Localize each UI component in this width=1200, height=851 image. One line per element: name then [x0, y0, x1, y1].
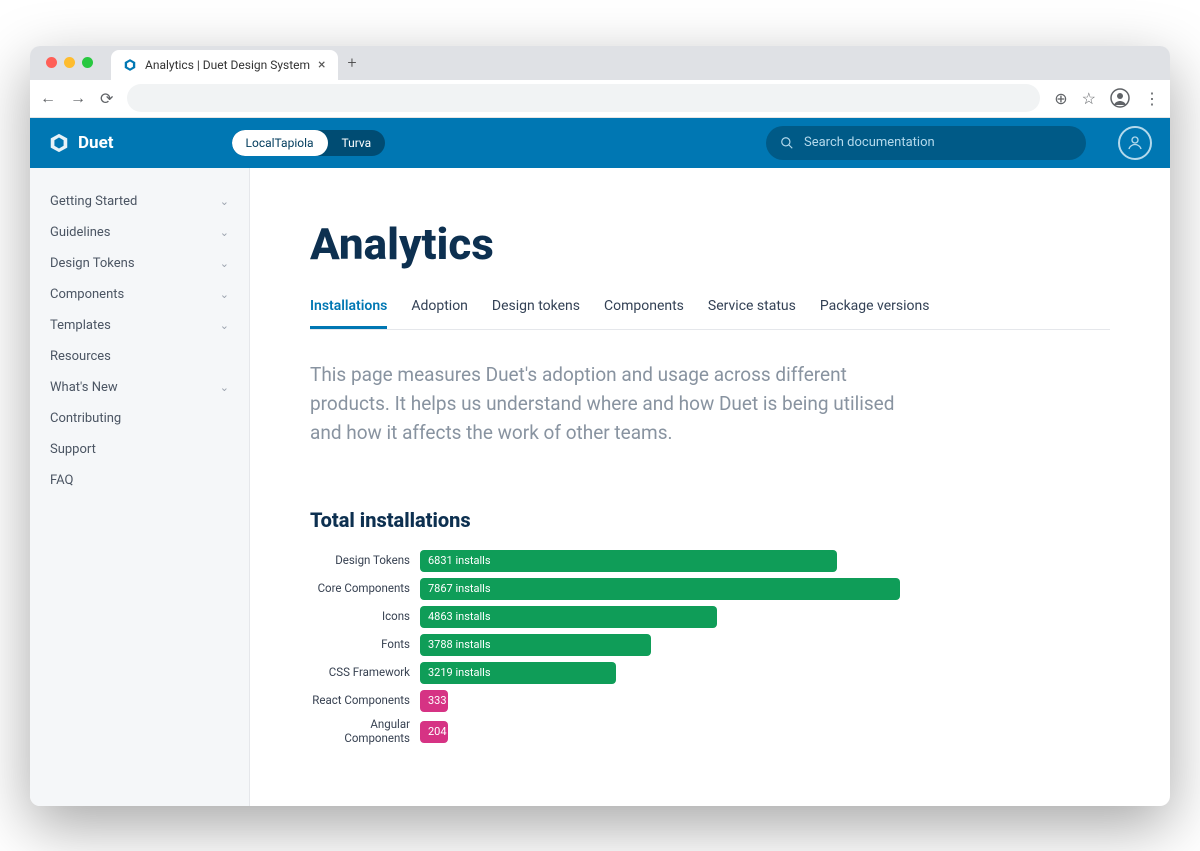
minimize-window-icon[interactable] [64, 57, 75, 68]
chart-bar: 7867 installs [420, 578, 900, 600]
user-avatar[interactable] [1118, 126, 1152, 160]
tab-components[interactable]: Components [604, 298, 684, 329]
sidebar-item-contributing[interactable]: Contributing [30, 403, 249, 434]
main-content: Analytics Installations Adoption Design to… [250, 168, 1170, 806]
site-header: Duet LocalTapiola Turva Search documenta… [30, 118, 1170, 168]
sidebar-item-label: Contributing [50, 411, 121, 426]
user-icon [1126, 134, 1144, 152]
installations-chart: Design Tokens6831 installsCore Component… [310, 550, 1110, 746]
chart-category-label: Icons [310, 610, 420, 624]
profile-icon[interactable] [1110, 88, 1130, 108]
back-icon[interactable]: ← [40, 88, 56, 108]
sidebar-item-templates[interactable]: Templates ⌄ [30, 310, 249, 341]
page-title: Analytics [310, 218, 1110, 270]
sidebar-item-label: Components [50, 287, 124, 302]
search-icon [780, 136, 794, 150]
chart-category-label: Angular Components [310, 718, 420, 746]
toggle-localtapiola[interactable]: LocalTapiola [232, 130, 328, 156]
chart-category-label: Fonts [310, 638, 420, 652]
chevron-down-icon: ⌄ [220, 195, 229, 208]
sidebar-item-components[interactable]: Components ⌄ [30, 279, 249, 310]
close-window-icon[interactable] [46, 57, 57, 68]
sidebar: Getting Started⌄Guidelines⌄Design Tokens… [30, 168, 250, 806]
chevron-down-icon: ⌄ [220, 288, 229, 301]
forward-icon[interactable]: → [70, 88, 86, 108]
bookmark-icon[interactable]: ☆ [1082, 89, 1096, 108]
sidebar-item-resources[interactable]: Resources [30, 341, 249, 372]
browser-tabbar: Analytics | Duet Design System × + [30, 46, 1170, 80]
chart-bar: 333 [420, 690, 448, 712]
logo-icon [48, 132, 70, 154]
tab-installations[interactable]: Installations [310, 298, 387, 329]
chart-row: React Components333 [310, 690, 1110, 712]
sidebar-item-label: What's New [50, 380, 118, 395]
new-tab-button[interactable]: + [348, 53, 357, 72]
search-input[interactable]: Search documentation [766, 126, 1086, 160]
toggle-turva[interactable]: Turva [328, 130, 386, 156]
chevron-down-icon: ⌄ [220, 257, 229, 270]
sidebar-item-support[interactable]: Support [30, 434, 249, 465]
logo-text: Duet [78, 133, 114, 153]
sidebar-item-label: Guidelines [50, 225, 111, 240]
sidebar-item-label: Resources [50, 349, 111, 364]
chart-title: Total installations [310, 508, 1110, 532]
chart-bar: 204 [420, 721, 448, 743]
chart-row: Design Tokens6831 installs [310, 550, 1110, 572]
chart-row: Icons4863 installs [310, 606, 1110, 628]
search-placeholder: Search documentation [804, 135, 935, 150]
brand-toggle: LocalTapiola Turva [232, 130, 386, 156]
menu-icon[interactable]: ⋮ [1144, 89, 1160, 108]
tab-title: Analytics | Duet Design System [145, 58, 310, 72]
chart-bar: 6831 installs [420, 550, 837, 572]
address-bar[interactable] [127, 84, 1040, 112]
chart-category-label: CSS Framework [310, 666, 420, 680]
sidebar-item-guidelines[interactable]: Guidelines ⌄ [30, 217, 249, 248]
chart-category-label: Design Tokens [310, 554, 420, 568]
sidebar-item-label: Templates [50, 318, 111, 333]
chart-bar: 3219 installs [420, 662, 616, 684]
tab-package-versions[interactable]: Package versions [820, 298, 930, 329]
sidebar-item-getting-started[interactable]: Getting Started ⌄ [30, 186, 249, 217]
window-controls [38, 57, 101, 68]
chevron-down-icon: ⌄ [220, 226, 229, 239]
logo[interactable]: Duet [48, 132, 114, 154]
sidebar-item-label: FAQ [50, 473, 73, 488]
reload-icon[interactable]: ⟳ [100, 89, 113, 108]
chevron-down-icon: ⌄ [220, 381, 229, 394]
chart-category-label: React Components [310, 694, 420, 708]
browser-tab[interactable]: Analytics | Duet Design System × [111, 50, 338, 80]
tab-adoption[interactable]: Adoption [411, 298, 468, 329]
sidebar-item-what-s-new[interactable]: What's New ⌄ [30, 372, 249, 403]
sidebar-item-design-tokens[interactable]: Design Tokens ⌄ [30, 248, 249, 279]
chart-category-label: Core Components [310, 582, 420, 596]
close-tab-icon[interactable]: × [318, 57, 325, 73]
intro-text: This page measures Duet's adoption and u… [310, 360, 910, 448]
chart-bar: 3788 installs [420, 634, 651, 656]
favicon-icon [123, 58, 137, 72]
sidebar-item-faq[interactable]: FAQ [30, 465, 249, 496]
browser-window: Analytics | Duet Design System × + ← → ⟳… [30, 46, 1170, 806]
extensions-icon[interactable]: ⊕ [1054, 89, 1067, 108]
chart-row: Core Components7867 installs [310, 578, 1110, 600]
sidebar-item-label: Design Tokens [50, 256, 135, 271]
tab-design-tokens[interactable]: Design tokens [492, 298, 580, 329]
chart-bar: 4863 installs [420, 606, 717, 628]
sidebar-item-label: Getting Started [50, 194, 137, 209]
chevron-down-icon: ⌄ [220, 319, 229, 332]
page-body: Getting Started⌄Guidelines⌄Design Tokens… [30, 168, 1170, 806]
chart-row: Angular Components204 [310, 718, 1110, 746]
content-tabs: Installations Adoption Design tokens Compon… [310, 298, 1110, 330]
chart-row: CSS Framework3219 installs [310, 662, 1110, 684]
browser-toolbar: ← → ⟳ ⊕ ☆ ⋮ [30, 80, 1170, 118]
maximize-window-icon[interactable] [82, 57, 93, 68]
sidebar-item-label: Support [50, 442, 96, 457]
chart-row: Fonts3788 installs [310, 634, 1110, 656]
tab-service-status[interactable]: Service status [708, 298, 796, 329]
